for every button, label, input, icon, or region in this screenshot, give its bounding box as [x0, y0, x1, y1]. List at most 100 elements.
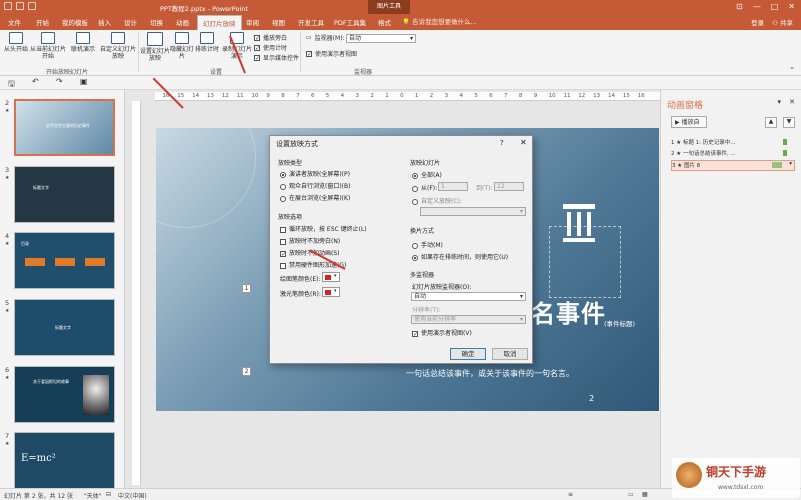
custom-show-button[interactable]: 自定义幻灯片放映 — [100, 32, 136, 60]
minimize-icon[interactable]: — — [753, 2, 761, 11]
no-narration-checkbox[interactable]: 放映时不加旁白(N) — [280, 236, 340, 245]
slide-headline[interactable]: 名事件 — [531, 294, 606, 329]
rehearse-timings-button[interactable]: 排练计时 — [195, 32, 219, 53]
watermark-logo-icon — [676, 462, 702, 488]
all-slides-label: 全部(A) — [421, 172, 442, 179]
custom-show-select[interactable]: ▾ — [420, 207, 526, 216]
maximize-icon[interactable]: □ — [771, 2, 779, 11]
animation-item[interactable]: 1 ★ 标题 1: 历史记录中... — [671, 138, 795, 149]
ribbon-options-icon[interactable]: ⊡ — [736, 2, 743, 11]
thumbnail-title: 目录 — [21, 241, 29, 246]
tab-format[interactable]: 格式 — [378, 17, 391, 27]
save-icon[interactable] — [4, 2, 12, 10]
play-from-button[interactable]: ▶ 播放自 — [671, 116, 707, 128]
browsed-radio[interactable]: 观众自行浏览(窗口)(B) — [280, 181, 350, 190]
monitor-select[interactable]: 自动 ▾ — [346, 34, 416, 43]
setup-slideshow-icon — [147, 32, 163, 46]
cancel-button[interactable]: 取消 — [492, 348, 528, 360]
slide-thumbnail[interactable]: 目录 — [14, 232, 115, 289]
speaker-radio[interactable]: 演讲者放映(全屏幕)(P) — [280, 169, 350, 178]
tab-developer[interactable]: 开发工具 — [298, 17, 324, 27]
quick-toolbar: 🖫 ↶ ↷ ▣ — [0, 76, 801, 90]
use-timings-checkbox[interactable]: ✓ 使用计时 — [254, 43, 287, 52]
from-beginning-button[interactable]: 从头开始 — [3, 32, 29, 53]
slide-thumbnail[interactable]: 近代北京主要的历史事件 — [14, 99, 115, 156]
checkbox-checked: ✓ — [280, 250, 287, 258]
tab-my-templates[interactable]: 我的模板 — [62, 17, 88, 27]
presenter-view-checkbox[interactable]: ✓ 使用演示者视图 — [306, 49, 357, 58]
presenter-view-checkbox[interactable]: ✓ 使用演示者视图(V) — [412, 328, 472, 337]
tab-view[interactable]: 视图 — [272, 17, 285, 27]
collapse-ribbon-icon[interactable]: ⌃ — [789, 66, 795, 74]
spellcheck-icon[interactable]: ⊟ — [106, 491, 111, 498]
pen-color-picker[interactable]: ▾ — [322, 272, 340, 282]
close-icon[interactable]: ✕ — [788, 2, 795, 11]
present-online-button[interactable]: 联机演示 — [68, 32, 98, 53]
formula-text: E=mc² — [21, 453, 56, 464]
tab-slideshow[interactable]: 幻灯片放映 — [197, 15, 242, 30]
from-label: 从(F): — [421, 185, 438, 192]
manual-radio[interactable]: 手动(M) — [412, 240, 443, 249]
move-down-button[interactable]: ▼ — [783, 117, 795, 128]
from-spinner[interactable]: 1 — [438, 182, 468, 191]
close-icon[interactable]: ✕ — [789, 98, 795, 106]
help-button[interactable]: ? — [500, 139, 504, 147]
setup-slideshow-button[interactable]: 设置幻灯片放映 — [140, 32, 170, 62]
show-media-checkbox[interactable]: ✓ 显示媒体控件 — [254, 53, 299, 62]
pane-options-icon[interactable]: ▾ — [777, 98, 781, 106]
watermark-text: 铜天下手游 — [706, 465, 767, 479]
animation-item[interactable]: 2 ★ 一句话总结该事件, ... — [671, 149, 795, 160]
tab-file[interactable]: 文件 — [8, 17, 21, 27]
all-slides-radio[interactable]: 全部(A) — [412, 170, 442, 179]
chevron-down-icon: ▾ — [334, 288, 337, 294]
tab-insert[interactable]: 插入 — [98, 17, 111, 27]
group-setup-label: 设置 — [210, 69, 223, 76]
loop-checkbox[interactable]: 循环放映，按 ESC 键终止(L) — [280, 224, 367, 233]
slide-thumbnail[interactable]: E=mc² — [14, 432, 115, 488]
kiosk-radio[interactable]: 在展台浏览(全屏幕)(K) — [280, 193, 350, 202]
hide-slide-button[interactable]: 隐藏幻灯片 — [170, 32, 194, 60]
to-spinner[interactable]: 12 — [494, 182, 524, 191]
resolution-select[interactable]: 使用当前分辨率 ▾ — [411, 315, 526, 324]
use-timings-radio[interactable]: 如果存在排练时间，则使用它(U) — [412, 252, 508, 261]
redo-icon[interactable] — [28, 2, 36, 10]
tab-animations[interactable]: 动画 — [176, 17, 189, 27]
ruler-tick: 14 — [608, 93, 615, 99]
show-monitor-select[interactable]: 自动 ▾ — [411, 292, 526, 301]
custom-show-radio[interactable]: 自定义放映(C): — [412, 196, 462, 205]
timing-bar — [783, 150, 787, 156]
move-up-button[interactable]: ▲ — [765, 117, 777, 128]
ruler-tick: 4 — [340, 93, 345, 99]
login-link[interactable]: 登录 — [751, 17, 764, 27]
slide-caption[interactable]: 一句话总结该事件，或关于该事件的一句名言。 — [406, 368, 574, 379]
from-current-button[interactable]: 从当前幻灯片开始 — [30, 32, 66, 60]
sorter-view-icon[interactable]: ▦ — [642, 491, 648, 498]
tab-review[interactable]: 审阅 — [246, 17, 259, 27]
start-show-icon[interactable]: ▣ — [80, 77, 88, 86]
chevron-down-icon[interactable]: ▾ — [789, 161, 792, 167]
animation-marker[interactable]: 2 — [242, 367, 251, 376]
notes-icon[interactable]: ≡ — [568, 491, 573, 498]
share-button[interactable]: ⚇ 共享 — [772, 17, 793, 27]
tab-transitions[interactable]: 切换 — [150, 17, 163, 27]
tab-pdf-tools[interactable]: PDF工具集 — [334, 17, 366, 27]
tab-home[interactable]: 开始 — [36, 17, 49, 27]
ok-button[interactable]: 确定 — [450, 348, 486, 360]
tab-design[interactable]: 设计 — [124, 17, 137, 27]
animation-marker[interactable]: 1 — [242, 284, 251, 293]
tell-me-search[interactable]: 💡 告诉我您想要做什么... — [402, 16, 522, 28]
normal-view-icon[interactable]: ▭ — [628, 491, 634, 498]
animation-item[interactable]: 3 ★ 图片 8 ▾ — [671, 160, 795, 171]
play-narrations-checkbox[interactable]: ✓ 播放旁白 — [254, 33, 287, 42]
slide-thumbnail[interactable]: 标题文字 — [14, 299, 115, 356]
laser-color-picker[interactable]: ▾ — [322, 287, 340, 297]
slide-number: 6 — [5, 366, 10, 374]
redo-icon[interactable]: ↷ — [56, 77, 63, 86]
undo-icon[interactable]: ↶ — [32, 77, 39, 86]
from-radio[interactable]: 从(F): — [412, 183, 437, 192]
image-selection-box[interactable] — [549, 226, 621, 298]
slide-thumbnail[interactable]: 关于爱因斯坦的故事 — [14, 366, 115, 423]
slide-thumbnail[interactable]: 标题文字 — [14, 166, 115, 223]
close-icon[interactable]: ✕ — [520, 138, 527, 147]
undo-icon[interactable] — [16, 2, 24, 10]
